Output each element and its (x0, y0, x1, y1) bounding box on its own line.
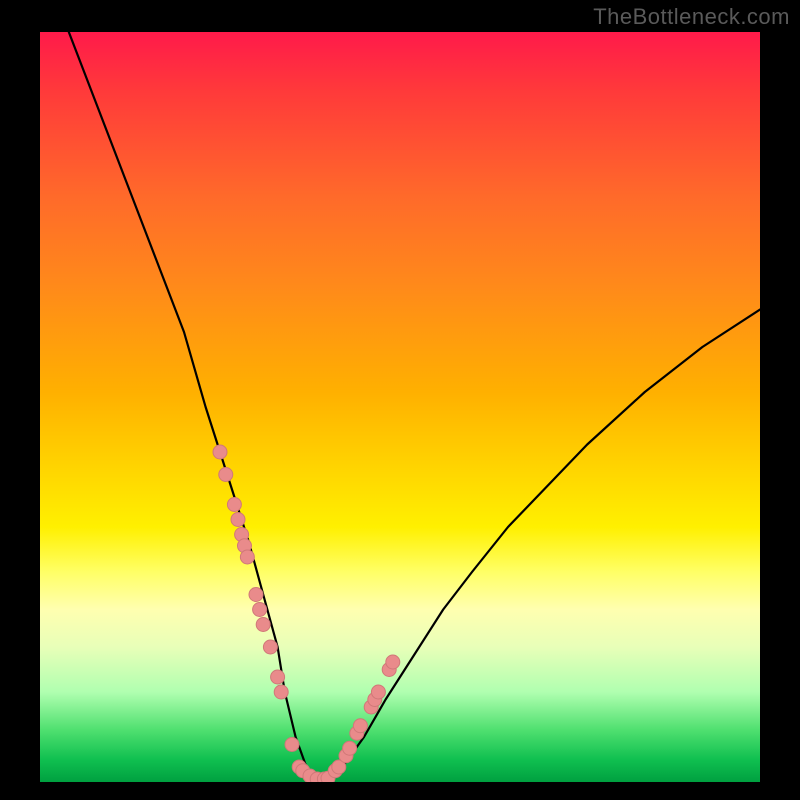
sample-point-marker (231, 513, 245, 527)
sample-point-marker (256, 618, 270, 632)
bottleneck-curve-line (69, 32, 760, 782)
watermark-text: TheBottleneck.com (593, 4, 790, 30)
sample-point-marker (371, 685, 385, 699)
sample-points-group (213, 445, 400, 782)
sample-point-marker (253, 603, 267, 617)
sample-point-marker (227, 498, 241, 512)
sample-point-marker (249, 588, 263, 602)
sample-point-marker (213, 445, 227, 459)
sample-point-marker (219, 468, 233, 482)
sample-point-marker (263, 640, 277, 654)
sample-point-marker (353, 719, 367, 733)
sample-point-marker (343, 741, 357, 755)
sample-point-marker (274, 685, 288, 699)
sample-point-marker (285, 738, 299, 752)
chart-stage: TheBottleneck.com (0, 0, 800, 800)
sample-point-marker (240, 550, 254, 564)
sample-point-marker (386, 655, 400, 669)
sample-point-marker (271, 670, 285, 684)
bottleneck-chart-svg (40, 32, 760, 782)
